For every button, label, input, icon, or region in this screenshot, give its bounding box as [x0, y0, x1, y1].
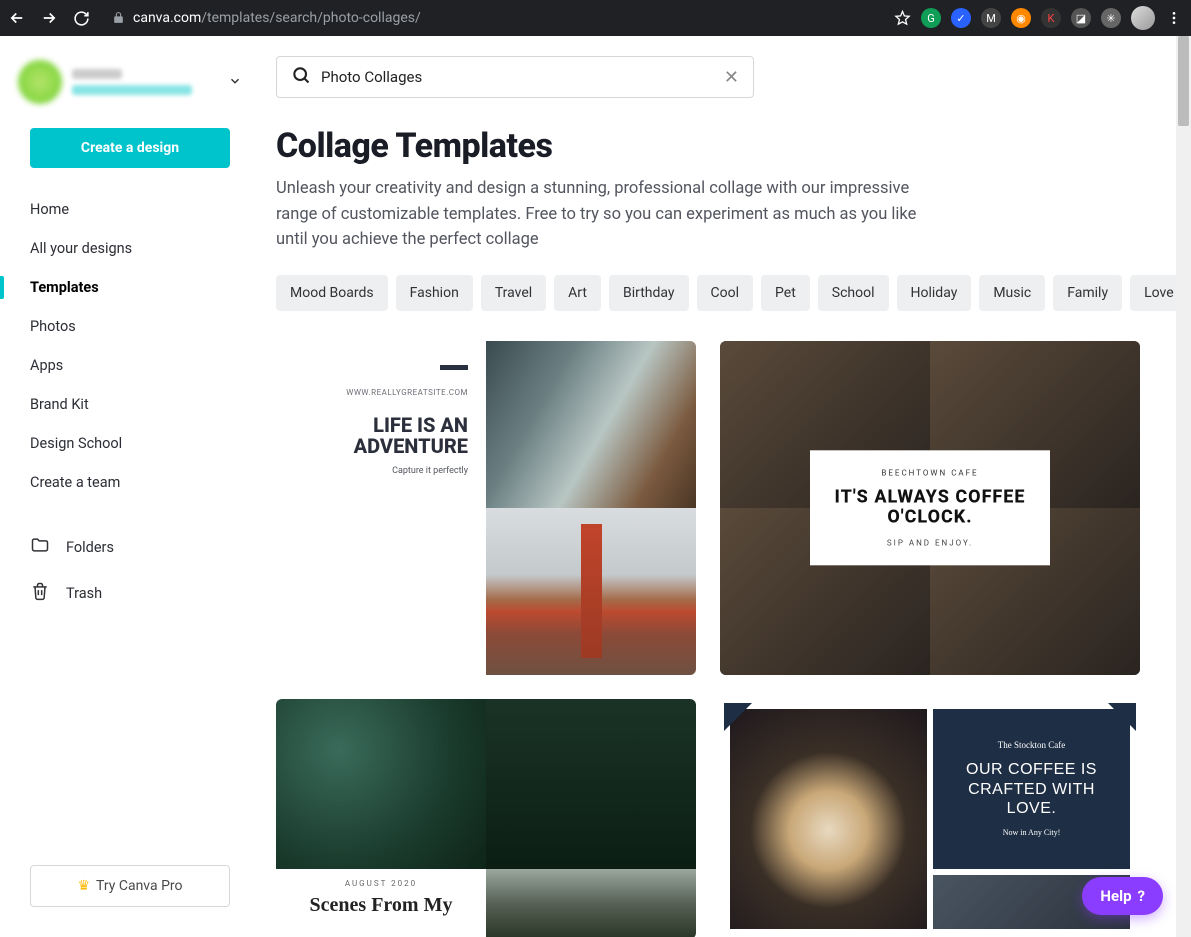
sidebar: Create a design Home All your designs Te…: [0, 36, 260, 937]
nav-design-school[interactable]: Design School: [0, 424, 260, 463]
folder-icon: [30, 535, 50, 559]
help-label: Help: [1100, 887, 1131, 905]
trash-icon: [30, 581, 50, 605]
pro-label: Try Canva Pro: [96, 878, 182, 894]
template-text-overlay: BEECHTOWN CAFE IT'S ALWAYS COFFEE O'CLOC…: [810, 450, 1050, 565]
extension-icon[interactable]: G: [921, 8, 941, 28]
template-headline: Scenes From My: [292, 894, 470, 917]
clear-search-icon[interactable]: ✕: [724, 67, 739, 88]
template-card[interactable]: WWW.REALLYGREATSITE.COM LIFE IS AN ADVEN…: [276, 341, 696, 675]
chip-birthday[interactable]: Birthday: [609, 275, 689, 311]
template-card[interactable]: AUGUST 2020 Scenes From My: [276, 699, 696, 937]
template-headline: OUR COFFEE IS CRAFTED WITH LOVE.: [945, 760, 1118, 818]
template-tagline: SIP AND ENJOY.: [822, 538, 1038, 547]
help-button[interactable]: Help ?: [1082, 877, 1163, 915]
account-switcher[interactable]: [0, 56, 260, 122]
nav-templates[interactable]: Templates: [0, 268, 260, 307]
template-brand: The Stockton Cafe: [998, 740, 1065, 750]
template-image: [486, 869, 696, 937]
forward-icon[interactable]: [40, 9, 58, 27]
template-text-panel: The Stockton Cafe OUR COFFEE IS CRAFTED …: [933, 709, 1130, 869]
extension-icon[interactable]: ◉: [1011, 8, 1031, 28]
crown-icon: ♛: [77, 878, 90, 894]
extension-icon[interactable]: ✳: [1101, 8, 1121, 28]
corner-decoration: [1108, 703, 1136, 731]
menu-icon[interactable]: [1165, 9, 1183, 27]
template-headline: IT'S ALWAYS COFFEE O'CLOCK.: [822, 487, 1038, 528]
template-image: [486, 508, 696, 675]
search-bar[interactable]: ✕: [276, 56, 754, 98]
extension-icon[interactable]: ✓: [951, 8, 971, 28]
lock-icon: [112, 9, 125, 28]
template-image: [486, 341, 696, 508]
chip-holiday[interactable]: Holiday: [897, 275, 972, 311]
page-title: Collage Templates: [276, 126, 1157, 166]
back-icon[interactable]: [8, 9, 26, 27]
profile-avatar[interactable]: [1131, 6, 1155, 30]
browser-chrome: canva.com/templates/search/photo-collage…: [0, 0, 1191, 36]
template-card[interactable]: The Stockton Cafe OUR COFFEE IS CRAFTED …: [720, 699, 1140, 937]
template-brand: BEECHTOWN CAFE: [822, 468, 1038, 477]
extension-icon[interactable]: M: [981, 8, 1001, 28]
chip-fashion[interactable]: Fashion: [396, 275, 473, 311]
try-pro-button[interactable]: ♛ Try Canva Pro: [30, 865, 230, 907]
page-scrollbar[interactable]: [1176, 36, 1191, 937]
nav-apps[interactable]: Apps: [0, 346, 260, 385]
template-subtext: Capture it perfectly: [392, 466, 468, 476]
extension-icon[interactable]: ◪: [1071, 8, 1091, 28]
chip-mood-boards[interactable]: Mood Boards: [276, 275, 388, 311]
account-info: [72, 69, 218, 95]
scrollbar-thumb[interactable]: [1178, 36, 1189, 126]
nav-photos[interactable]: Photos: [0, 307, 260, 346]
template-url: WWW.REALLYGREATSITE.COM: [346, 388, 468, 397]
template-image: [276, 699, 486, 869]
chevron-down-icon: [228, 73, 242, 92]
search-input[interactable]: [321, 68, 714, 86]
template-date: AUGUST 2020: [292, 879, 470, 888]
chip-pet[interactable]: Pet: [761, 275, 810, 311]
main-content: ✕ Collage Templates Unleash your creativ…: [260, 36, 1191, 937]
url-bar[interactable]: canva.com/templates/search/photo-collage…: [104, 9, 879, 28]
filter-chips: Mood Boards Fashion Travel Art Birthday …: [276, 275, 1157, 311]
chrome-extensions: G ✓ M ◉ K ◪ ✳: [893, 6, 1183, 30]
create-design-button[interactable]: Create a design: [30, 128, 230, 168]
chip-art[interactable]: Art: [554, 275, 601, 311]
chip-travel[interactable]: Travel: [481, 275, 546, 311]
extension-icon[interactable]: K: [1041, 8, 1061, 28]
nav-home[interactable]: Home: [0, 190, 260, 229]
chip-family[interactable]: Family: [1053, 275, 1122, 311]
nav-folders[interactable]: Folders: [0, 524, 260, 570]
search-icon: [291, 65, 311, 89]
nav-create-team[interactable]: Create a team: [0, 463, 260, 502]
corner-decoration: [724, 703, 752, 731]
template-card[interactable]: BEECHTOWN CAFE IT'S ALWAYS COFFEE O'CLOC…: [720, 341, 1140, 675]
template-image: [486, 699, 696, 869]
nav-brand-kit[interactable]: Brand Kit: [0, 385, 260, 424]
nav-trash[interactable]: Trash: [0, 570, 260, 616]
template-grid: WWW.REALLYGREATSITE.COM LIFE IS AN ADVEN…: [276, 341, 1157, 937]
template-text-panel: WWW.REALLYGREATSITE.COM LIFE IS AN ADVEN…: [276, 341, 486, 675]
template-headline: LIFE IS AN ADVENTURE: [294, 415, 468, 458]
folders-label: Folders: [66, 539, 114, 556]
chip-music[interactable]: Music: [979, 275, 1045, 311]
trash-label: Trash: [66, 585, 102, 602]
template-image: [730, 709, 927, 929]
nav-all-designs[interactable]: All your designs: [0, 229, 260, 268]
chip-school[interactable]: School: [818, 275, 889, 311]
template-text-panel: AUGUST 2020 Scenes From My: [276, 869, 486, 937]
url-text: canva.com/templates/search/photo-collage…: [133, 10, 421, 26]
star-icon[interactable]: [893, 9, 911, 27]
account-avatar: [18, 60, 62, 104]
reload-icon[interactable]: [72, 9, 90, 27]
page-description: Unleash your creativity and design a stu…: [276, 176, 926, 253]
chip-cool[interactable]: Cool: [697, 275, 754, 311]
help-icon: ?: [1138, 887, 1145, 905]
template-subtext: Now in Any City!: [1003, 828, 1061, 837]
